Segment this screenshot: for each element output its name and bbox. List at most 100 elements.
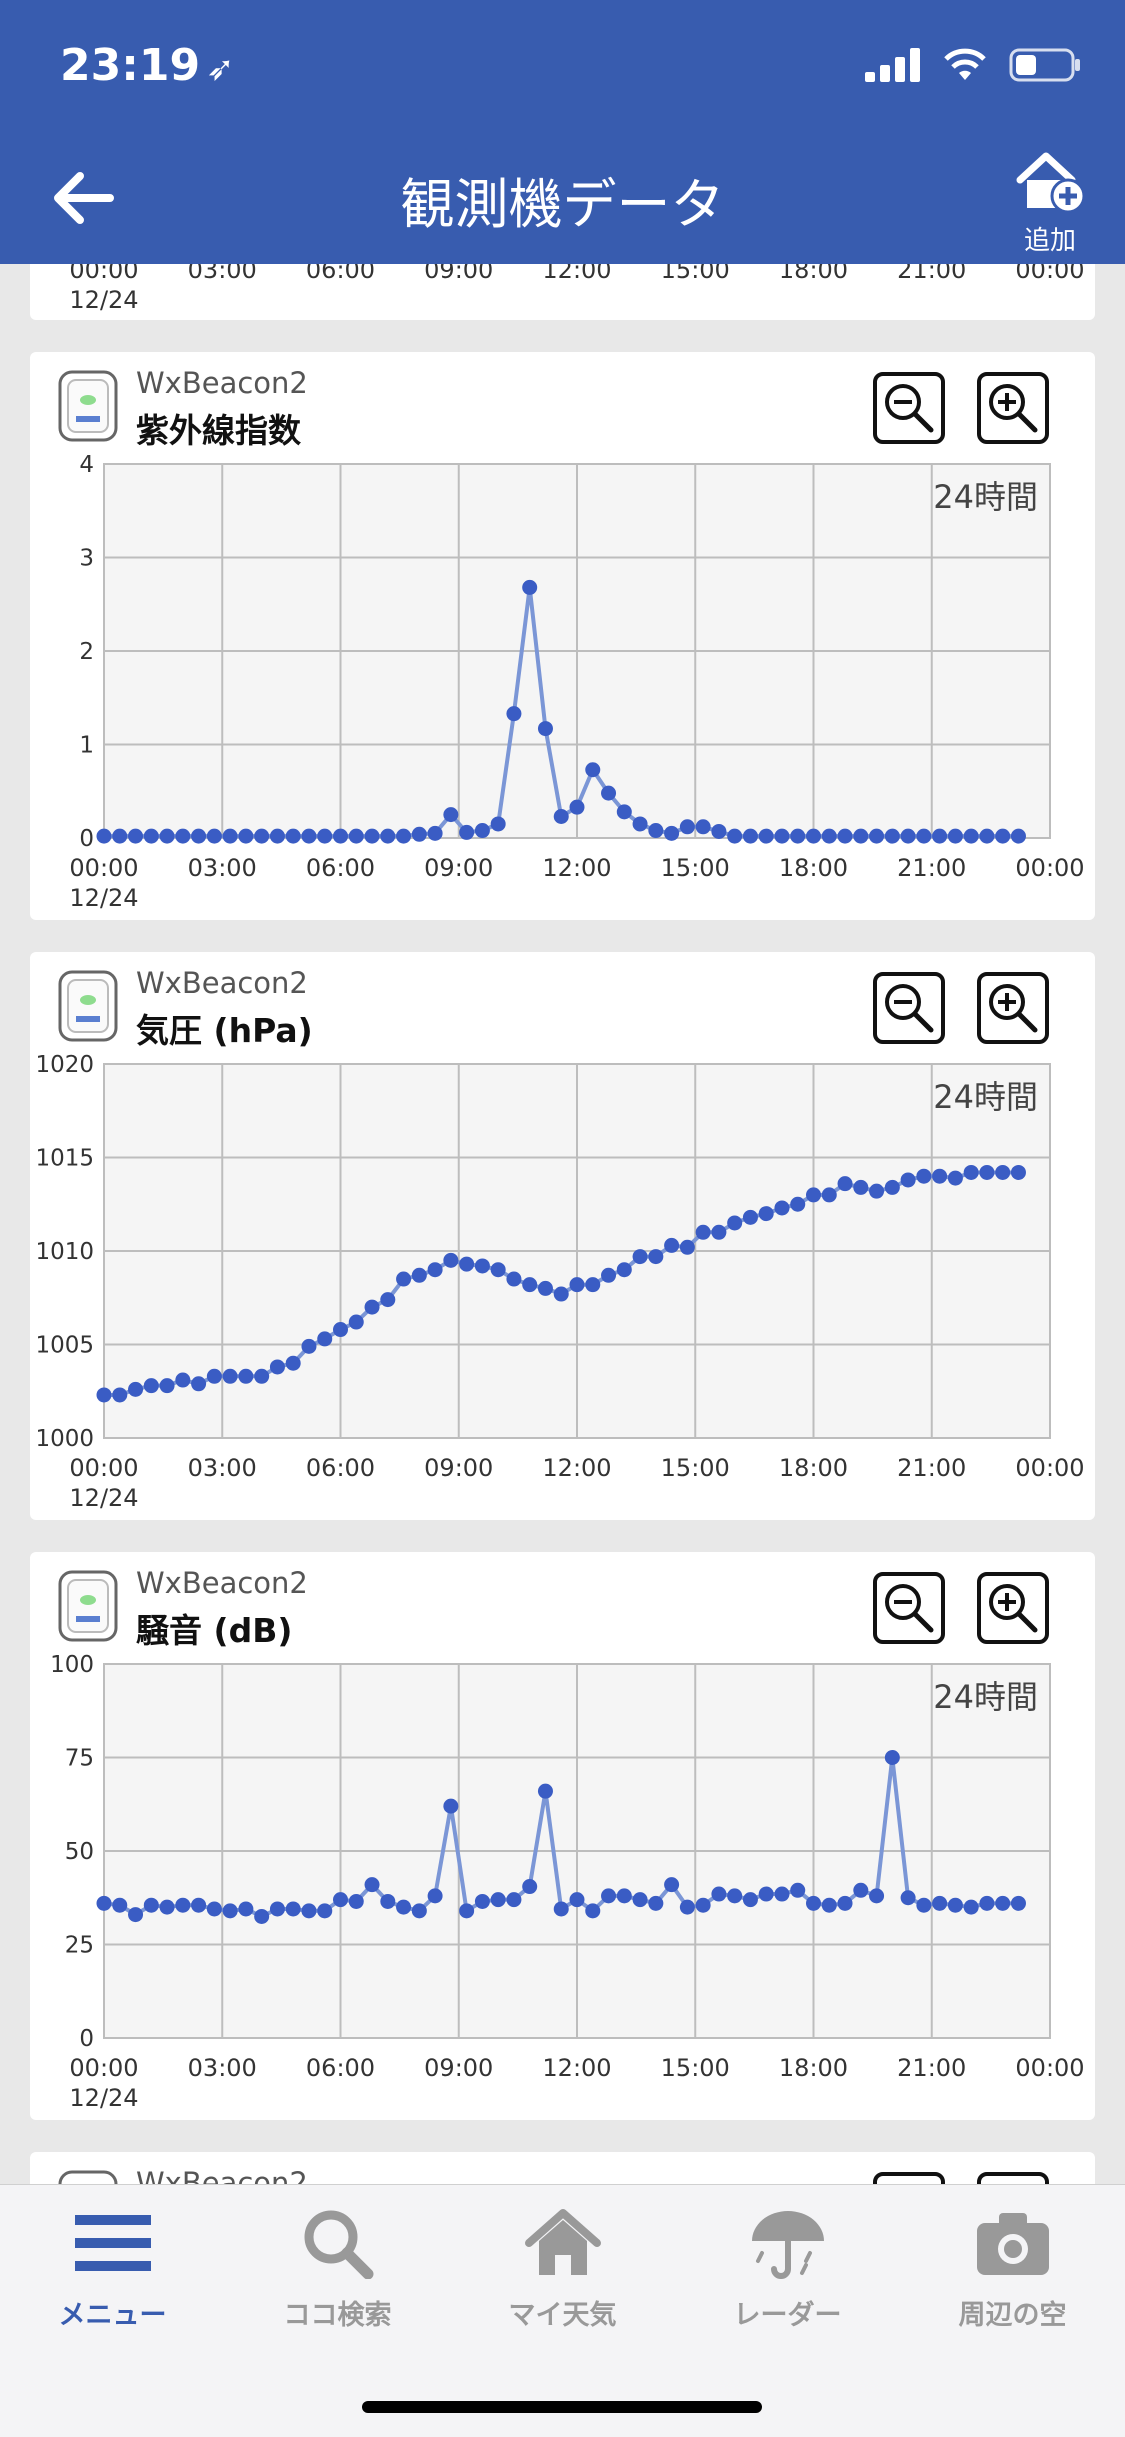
data-point xyxy=(143,828,159,844)
data-point xyxy=(159,1899,175,1915)
y-tick-label: 1010 xyxy=(35,1239,94,1265)
data-point xyxy=(506,1271,522,1287)
data-point xyxy=(758,1206,774,1222)
app-header: 23:19 ➶ 観測機データ 追加 xyxy=(0,0,1125,264)
data-point xyxy=(238,828,254,844)
x-tick-label: 06:00 xyxy=(306,264,375,284)
data-point xyxy=(411,826,427,842)
data-point xyxy=(490,816,506,832)
zoom-out-icon[interactable] xyxy=(873,2172,945,2184)
x-tick-label: 15:00 xyxy=(661,1454,730,1482)
data-point xyxy=(585,1903,601,1919)
data-point xyxy=(191,1376,207,1392)
x-tick-label: 00:00 xyxy=(69,264,138,284)
data-point xyxy=(317,1903,333,1919)
data-point xyxy=(128,1381,144,1397)
zoom-in-icon[interactable] xyxy=(977,972,1049,1044)
data-point xyxy=(947,828,963,844)
data-point xyxy=(301,1903,317,1919)
data-point xyxy=(364,1299,380,1315)
y-tick-label: 100 xyxy=(50,1652,94,1678)
device-name: WxBeacon2 xyxy=(136,2166,308,2184)
data-point xyxy=(206,828,222,844)
tab-my-weather[interactable]: マイ天気 xyxy=(450,2207,675,2357)
data-point xyxy=(774,828,790,844)
data-point xyxy=(537,721,553,737)
zoom-out-icon[interactable] xyxy=(873,972,945,1044)
data-point xyxy=(884,1750,900,1765)
zoom-in-icon[interactable] xyxy=(977,2172,1049,2184)
data-point xyxy=(585,1277,601,1293)
range-label: 24時間 xyxy=(933,1678,1038,1716)
x-tick-label: 09:00 xyxy=(424,2054,493,2082)
data-point xyxy=(112,1897,128,1913)
y-tick-label: 1 xyxy=(79,733,94,759)
y-tick-label: 75 xyxy=(65,1746,94,1772)
data-point xyxy=(301,828,317,844)
data-point xyxy=(175,1897,191,1913)
data-point xyxy=(821,1187,837,1203)
data-point xyxy=(695,1897,711,1913)
add-button[interactable]: 追加 xyxy=(1005,150,1095,256)
data-point xyxy=(932,1895,948,1911)
range-label: 24時間 xyxy=(933,478,1038,516)
data-point xyxy=(821,1897,837,1913)
data-point xyxy=(695,1224,711,1240)
data-point xyxy=(995,1164,1011,1180)
chart-area: 0 25 50 75 100 00:00 03:00 06:00 09:00 12:00 15:00… xyxy=(30,1652,1095,2124)
tab-nearby-sky[interactable]: 周辺の空 xyxy=(900,2207,1125,2357)
tab-search[interactable]: ココ検索 xyxy=(225,2207,450,2357)
x-tick-label: 21:00 xyxy=(897,264,966,284)
partial-card: WxBeacon2 xyxy=(30,2152,1095,2184)
zoom-in-icon[interactable] xyxy=(977,1572,1049,1644)
camera-icon xyxy=(976,2213,1049,2275)
data-point xyxy=(884,1179,900,1195)
data-point xyxy=(774,1200,790,1216)
x-tick-label: 15:00 xyxy=(661,2054,730,2082)
tab-menu[interactable]: メニュー xyxy=(0,2207,225,2357)
data-point xyxy=(616,1262,632,1278)
data-point xyxy=(191,1897,207,1913)
zoom-out-icon[interactable] xyxy=(873,1572,945,1644)
tab-radar[interactable]: レーダー xyxy=(675,2207,900,2357)
data-point xyxy=(790,1882,806,1898)
data-point xyxy=(191,828,207,844)
data-point xyxy=(143,1378,159,1394)
data-point xyxy=(348,1314,364,1330)
data-point xyxy=(175,1372,191,1388)
data-point xyxy=(317,1331,333,1347)
data-point xyxy=(348,828,364,844)
zoom-out-icon[interactable] xyxy=(873,372,945,444)
data-point xyxy=(222,1903,238,1919)
device-icon xyxy=(58,970,118,1042)
tab-label: レーダー xyxy=(733,2300,842,2331)
x-tick-label: 06:00 xyxy=(306,2054,375,2082)
data-point xyxy=(506,1892,522,1908)
content-scroll[interactable]: 00:00 03:00 06:00 09:00 12:00 15:00 18:00 21:00… xyxy=(0,264,1125,2184)
data-point xyxy=(790,1196,806,1212)
x-tick-label: 00:00 xyxy=(69,2054,138,2082)
device-name: WxBeacon2 xyxy=(136,966,308,1000)
card-header: WxBeacon2 紫外線指数 xyxy=(30,352,1095,452)
metric-title: 騒音 (dB) xyxy=(136,1611,293,1650)
data-point xyxy=(916,1168,932,1184)
device-name: WxBeacon2 xyxy=(136,1566,308,1600)
data-point xyxy=(490,1892,506,1908)
data-point xyxy=(900,828,916,844)
data-point xyxy=(269,1901,285,1917)
x-tick-label: 00:00 xyxy=(1015,2054,1084,2082)
data-point xyxy=(821,828,837,844)
data-point xyxy=(537,1280,553,1296)
home-indicator xyxy=(362,2401,762,2413)
x-tick-label: 12:00 xyxy=(542,1454,611,1482)
zoom-in-icon[interactable] xyxy=(977,372,1049,444)
x-tick-label: 00:00 xyxy=(69,854,138,882)
data-point xyxy=(474,1893,490,1909)
date-label: 12/24 xyxy=(69,1484,138,1512)
data-point xyxy=(711,1224,727,1240)
x-tick-label: 03:00 xyxy=(188,854,257,882)
x-tick-label: 03:00 xyxy=(188,264,257,284)
data-point xyxy=(380,828,396,844)
data-point xyxy=(238,1901,254,1917)
data-point xyxy=(711,1886,727,1902)
